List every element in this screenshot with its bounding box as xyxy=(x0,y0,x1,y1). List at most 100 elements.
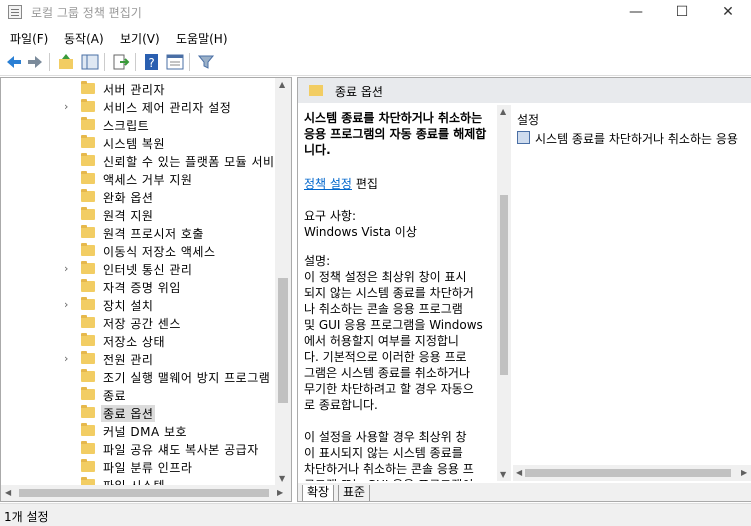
tree-item[interactable]: 커널 DMA 보호 xyxy=(1,422,276,440)
back-icon[interactable] xyxy=(5,53,23,71)
policy-settings-link[interactable]: 정책 설정 xyxy=(304,177,352,191)
folder-icon xyxy=(81,135,95,148)
tree-item[interactable]: 저장 공간 센스 xyxy=(1,314,276,332)
settings-column-header[interactable]: 설정 xyxy=(517,111,539,128)
chevron-right-icon[interactable]: › xyxy=(64,352,68,365)
settings-horizontal-scrollbar[interactable]: ◀ ▶ xyxy=(513,465,751,481)
tree-item-label: 원격 프로시저 호출 xyxy=(103,227,204,241)
tree-item-label: 저장소 상태 xyxy=(103,335,166,349)
description-label: 설명: xyxy=(304,254,331,268)
tree-item[interactable]: 파일 공유 섀도 복사본 공급자 xyxy=(1,440,276,458)
toolbar-separator xyxy=(189,53,190,71)
settings-horizontal-scroll-thumb[interactable] xyxy=(525,469,731,477)
tree-item[interactable]: 서버 관리자 xyxy=(1,80,276,98)
scroll-right-icon[interactable]: ▶ xyxy=(741,468,747,477)
folder-icon xyxy=(81,405,95,418)
tree-item[interactable]: 신뢰할 수 있는 플랫폼 모듈 서비 xyxy=(1,152,276,170)
close-button[interactable]: ✕ xyxy=(705,0,751,26)
tree-item[interactable]: › 장치 설치 xyxy=(1,296,276,314)
tree-vertical-scroll-thumb[interactable] xyxy=(278,278,288,403)
scroll-left-icon[interactable]: ◀ xyxy=(5,488,11,497)
tree-item[interactable]: 저장소 상태 xyxy=(1,332,276,350)
description-line: 로그램 또는 GUI 응용 프로그램이 xyxy=(304,477,473,481)
folder-icon xyxy=(81,279,95,292)
scroll-down-icon[interactable]: ▼ xyxy=(279,474,285,483)
folder-icon xyxy=(81,99,95,112)
scroll-down-icon[interactable]: ▼ xyxy=(500,470,506,479)
description-line: 이 설정을 사용할 경우 최상위 창 xyxy=(304,430,467,444)
tree-item-label: 신뢰할 수 있는 플랫폼 모듈 서비 xyxy=(103,155,275,169)
svg-text:?: ? xyxy=(148,56,154,70)
status-bar: 1개 설정 xyxy=(0,503,751,526)
setting-item-label: 시스템 종료를 차단하거나 취소하는 응용 xyxy=(535,132,738,146)
chevron-right-icon[interactable]: › xyxy=(64,262,68,275)
scroll-up-icon[interactable]: ▲ xyxy=(500,107,506,116)
tree-item[interactable]: › 인터넷 통신 관리 xyxy=(1,260,276,278)
folder-icon xyxy=(81,261,95,274)
tree-item[interactable]: 시스템 복원 xyxy=(1,134,276,152)
tree-item-label: 종료 옵션 xyxy=(101,405,156,422)
tree-item[interactable]: 원격 지원 xyxy=(1,206,276,224)
folder-icon xyxy=(81,153,95,166)
tab-standard[interactable]: 표준 xyxy=(338,485,371,501)
up-folder-icon[interactable] xyxy=(57,53,75,71)
folder-icon xyxy=(81,441,95,454)
tree-item-label: 조기 실행 맬웨어 방지 프로그램 xyxy=(103,371,271,385)
chevron-right-icon[interactable]: › xyxy=(64,100,68,113)
description-scroll-thumb[interactable] xyxy=(500,195,508,375)
tree-item[interactable]: 파일 분류 인프라 xyxy=(1,458,276,476)
tree-item[interactable]: › 서비스 제어 관리자 설정 xyxy=(1,98,276,116)
tree-item[interactable]: 자격 증명 위임 xyxy=(1,278,276,296)
tree-item-label: 인터넷 통신 관리 xyxy=(103,263,193,277)
tree-item[interactable]: › 전원 관리 xyxy=(1,350,276,368)
description-scrollbar[interactable]: ▲ ▼ xyxy=(497,105,511,481)
folder-icon xyxy=(81,459,95,472)
menu-help[interactable]: 도움말(H) xyxy=(176,30,228,47)
edit-label: 편집 xyxy=(355,177,378,191)
tree-vertical-scrollbar[interactable]: ▲ ▼ xyxy=(275,78,291,485)
view-tabs: 확장 표준 xyxy=(298,483,751,501)
menu-file[interactable]: 파일(F) xyxy=(10,30,48,47)
tree-item[interactable]: 이동식 저장소 액세스 xyxy=(1,242,276,260)
scroll-left-icon[interactable]: ◀ xyxy=(516,468,522,477)
tree-item[interactable]: 완화 옵션 xyxy=(1,188,276,206)
chevron-right-icon[interactable]: › xyxy=(64,298,68,311)
menu-view[interactable]: 보기(V) xyxy=(120,30,160,47)
tree-item[interactable]: 종료 옵션 xyxy=(1,404,276,422)
description-line: 다. 기본적으로 이러한 응용 프로 xyxy=(304,350,467,364)
show-hide-tree-icon[interactable] xyxy=(81,53,99,71)
folder-icon xyxy=(81,351,95,364)
tree-pane[interactable]: 서버 관리자 › 서비스 제어 관리자 설정 스크립트 시스템 복원신뢰할 수 있는 플… xyxy=(0,77,292,502)
tree-item[interactable]: 원격 프로시저 호출 xyxy=(1,224,276,242)
menu-action[interactable]: 동작(A) xyxy=(64,30,104,47)
scroll-right-icon[interactable]: ▶ xyxy=(277,488,283,497)
tree-item[interactable]: 종료 xyxy=(1,386,276,404)
properties-icon[interactable] xyxy=(166,53,184,71)
tree-item-label: 자격 증명 위임 xyxy=(103,281,181,295)
folder-icon xyxy=(309,85,323,96)
tree-item[interactable]: 액세스 거부 지원 xyxy=(1,170,276,188)
toolbar: ? xyxy=(0,49,751,76)
tree-item[interactable]: 스크립트 xyxy=(1,116,276,134)
tree-horizontal-scrollbar[interactable]: ◀ ▶ xyxy=(1,485,291,501)
help-icon[interactable]: ? xyxy=(143,53,161,71)
description-line: 되지 않는 시스템 종료를 차단하거 xyxy=(304,286,474,300)
tree-item[interactable]: 조기 실행 맬웨어 방지 프로그램 xyxy=(1,368,276,386)
scroll-up-icon[interactable]: ▲ xyxy=(279,80,285,89)
toolbar-separator xyxy=(104,53,105,71)
setting-item[interactable]: 시스템 종료를 차단하거나 취소하는 응용 xyxy=(517,130,738,147)
pane-header-title: 종료 옵션 xyxy=(335,85,383,99)
filter-icon[interactable] xyxy=(197,53,215,71)
requirements-value: Windows Vista 이상 xyxy=(304,225,417,239)
tab-extended[interactable]: 확장 xyxy=(302,485,335,501)
minimize-button[interactable]: — xyxy=(613,0,659,26)
forward-icon[interactable] xyxy=(26,53,44,71)
maximize-button[interactable]: ☐ xyxy=(659,0,705,26)
policy-edit-line: 정책 설정 편집 xyxy=(304,176,378,192)
tree-horizontal-scroll-thumb[interactable] xyxy=(19,489,269,497)
export-icon[interactable] xyxy=(112,53,130,71)
folder-icon xyxy=(81,243,95,256)
toolbar-separator xyxy=(49,53,50,71)
folder-icon xyxy=(81,171,95,184)
tree-item-label: 서버 관리자 xyxy=(103,83,166,97)
